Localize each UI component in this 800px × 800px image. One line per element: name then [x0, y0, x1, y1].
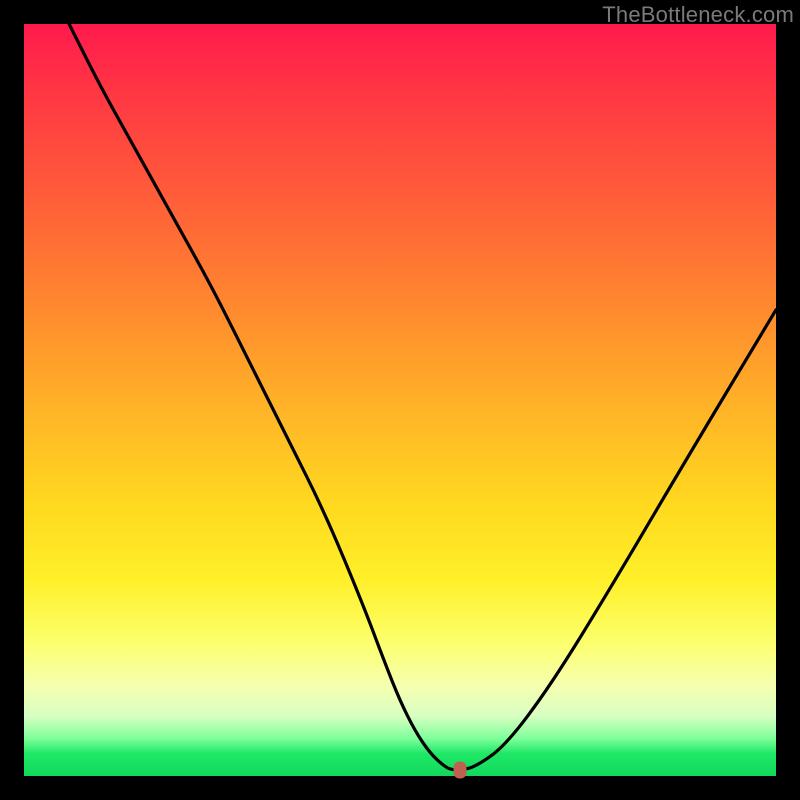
optimal-point-marker — [454, 761, 467, 778]
bottleneck-curve-path — [69, 24, 776, 770]
chart-area — [24, 24, 776, 776]
bottleneck-curve — [24, 24, 776, 776]
